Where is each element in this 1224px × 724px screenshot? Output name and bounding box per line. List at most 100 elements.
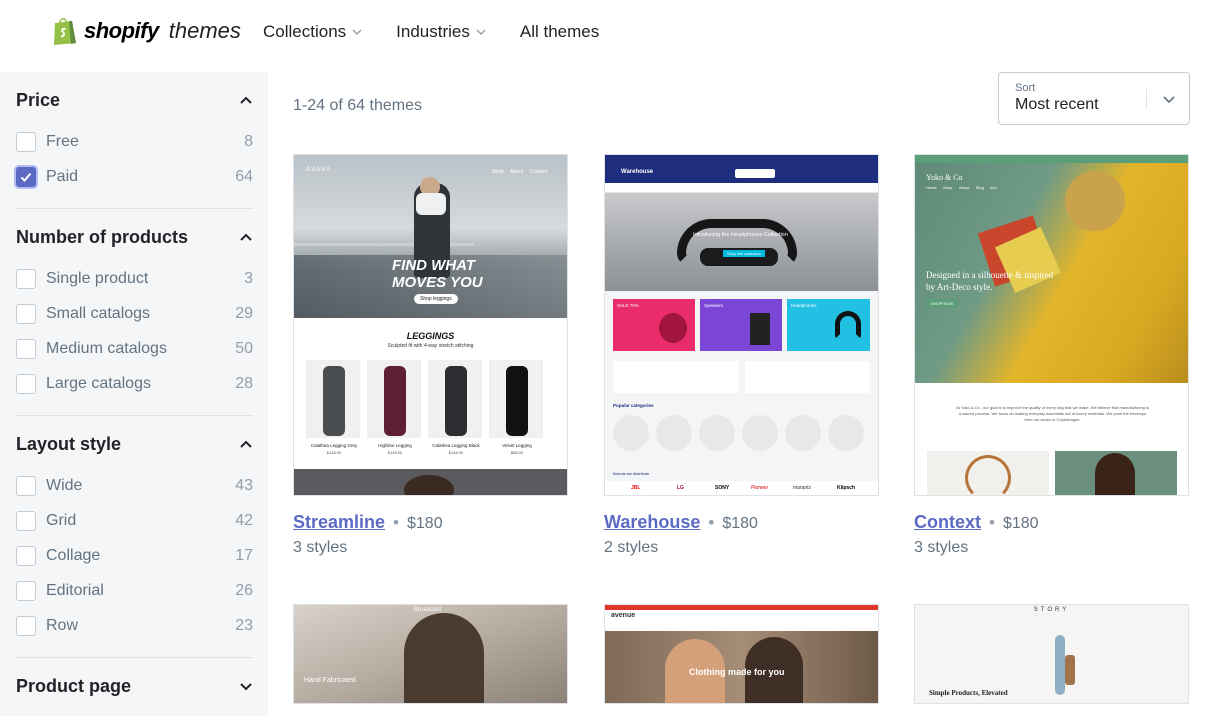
nav-industries[interactable]: Industries: [396, 22, 486, 42]
product-name: Calathea Legging Grey: [310, 443, 358, 448]
footer-image: [294, 469, 567, 495]
checkbox[interactable]: [16, 475, 36, 496]
preview-nav: Info: [990, 185, 997, 190]
category-thumb: [613, 415, 649, 451]
product-price: $148.00: [448, 450, 464, 455]
filter-header-layout-style[interactable]: Layout style: [16, 416, 253, 468]
product-image: [367, 360, 421, 438]
product-image: [1055, 451, 1177, 495]
option-count: 28: [235, 374, 253, 392]
filter-option-row[interactable]: Row 23: [16, 608, 253, 643]
nav-collections[interactable]: Collections: [263, 22, 362, 42]
filter-header-price[interactable]: Price: [16, 72, 253, 124]
theme-card-context: Yoko & Co Home Shop About Blog Info Desi…: [914, 154, 1189, 557]
checkbox[interactable]: [16, 303, 36, 324]
option-label: Wide: [46, 476, 83, 494]
option-count: 50: [235, 339, 253, 357]
shopify-themes-logo[interactable]: shopify themes: [52, 16, 241, 46]
theme-price: $180: [722, 515, 758, 532]
chevron-down-icon: [476, 29, 486, 35]
hero-image: [605, 193, 878, 291]
checkbox[interactable]: [16, 373, 36, 394]
theme-name-link[interactable]: Streamline: [293, 512, 385, 533]
theme-name-link[interactable]: Context: [914, 512, 981, 533]
filter-option-free[interactable]: Free 8: [16, 124, 253, 159]
preview-hero-line2: MOVES YOU: [392, 274, 483, 291]
filter-option-paid[interactable]: Paid 64: [16, 159, 253, 194]
theme-preview[interactable]: Warehouse Introducing the Headphones Col…: [604, 154, 879, 496]
filter-option-large-catalogs[interactable]: Large catalogs 28: [16, 366, 253, 401]
filter-group-price: Price Free 8 Paid 64: [16, 72, 253, 209]
category-thumb: [742, 415, 778, 451]
checkbox[interactable]: [16, 268, 36, 289]
preview-caption: Hand Fabricated: [304, 677, 356, 684]
preview-brand: Broadcast: [414, 607, 442, 613]
sort-value: Most recent: [1015, 96, 1099, 113]
checkbox[interactable]: [16, 545, 36, 566]
filter-header-number-of-products[interactable]: Number of products: [16, 209, 253, 261]
filter-group-product-page: Product page: [16, 658, 253, 724]
category-thumb: [828, 415, 864, 451]
theme-preview[interactable]: Yoko & Co Home Shop About Blog Info Desi…: [914, 154, 1189, 496]
logo-suffix: themes: [168, 18, 241, 43]
category-thumb: [656, 415, 692, 451]
filter-option-single-product[interactable]: Single product 3: [16, 261, 253, 296]
preview-hero: Introducing the Headphones Collection: [693, 232, 788, 238]
theme-card-warehouse: Warehouse Introducing the Headphones Col…: [604, 154, 879, 557]
theme-preview[interactable]: avenue Clothing made for you: [604, 604, 879, 704]
product-name: Highline Legging: [378, 443, 412, 448]
checkbox[interactable]: [16, 580, 36, 601]
announcement-bar: [605, 605, 878, 610]
promo-title: SALE 70%: [617, 303, 639, 308]
filter-option-medium-catalogs[interactable]: Medium catalogs 50: [16, 331, 253, 366]
theme-card-broadcast: Broadcast Hand Fabricated: [293, 604, 568, 704]
info-tile: [613, 361, 738, 393]
theme-preview[interactable]: ASANA Shop About Contact FIND WHAT MOVES…: [293, 154, 568, 496]
nav-bar: [605, 183, 878, 193]
theme-name-link[interactable]: Warehouse: [604, 512, 700, 533]
checkmark-icon: [20, 172, 32, 182]
preview-hero: Clothing made for you: [689, 667, 785, 677]
theme-price: $180: [407, 515, 443, 532]
filter-option-small-catalogs[interactable]: Small catalogs 29: [16, 296, 253, 331]
preview-section-title: Popular categories: [613, 403, 654, 408]
preview-brand: avenue: [611, 612, 636, 619]
option-count: 3: [244, 269, 253, 287]
filter-option-grid[interactable]: Grid 42: [16, 503, 253, 538]
preview-hero-line1: FIND WHAT: [392, 257, 476, 274]
checkbox-checked[interactable]: [16, 166, 36, 187]
nav-all-themes[interactable]: All themes: [520, 22, 599, 42]
option-count: 29: [235, 304, 253, 322]
category-thumb: [699, 415, 735, 451]
theme-preview[interactable]: Broadcast Hand Fabricated: [293, 604, 568, 704]
announcement-bar: [915, 155, 1188, 163]
theme-price: $180: [1002, 515, 1039, 532]
theme-preview[interactable]: STORY Simple Products, Elevated: [914, 604, 1189, 704]
filter-option-editorial[interactable]: Editorial 26: [16, 573, 253, 608]
filter-title: Price: [16, 89, 61, 110]
nav-collections-label: Collections: [263, 22, 347, 41]
product-image: [489, 360, 543, 438]
filter-option-wide[interactable]: Wide 43: [16, 468, 253, 503]
option-label: Single product: [46, 269, 149, 287]
filter-header-product-page[interactable]: Product page: [16, 658, 253, 710]
separator-dot: •: [708, 513, 715, 532]
chevron-up-icon: [240, 96, 252, 104]
filter-option-collage[interactable]: Collage 17: [16, 538, 253, 573]
checkbox[interactable]: [16, 510, 36, 531]
option-label: Large catalogs: [46, 374, 151, 392]
option-label: Row: [46, 616, 79, 634]
card-title-row: Context • $180: [914, 512, 1189, 533]
info-tile: [745, 361, 870, 393]
chevron-down-icon: [352, 29, 362, 35]
preview-brand: STORY: [1033, 607, 1070, 613]
sort-select[interactable]: Sort Most recent: [998, 72, 1190, 125]
nav-all-themes-label: All themes: [519, 22, 600, 41]
checkbox[interactable]: [16, 338, 36, 359]
search-box: [735, 169, 775, 178]
checkbox[interactable]: [16, 131, 36, 152]
filter-title: Number of products: [16, 226, 189, 247]
filter-sidebar: Price Free 8 Paid 64 Number of products …: [0, 72, 268, 716]
checkbox[interactable]: [16, 615, 36, 636]
promo-title: Headphones: [791, 303, 817, 308]
